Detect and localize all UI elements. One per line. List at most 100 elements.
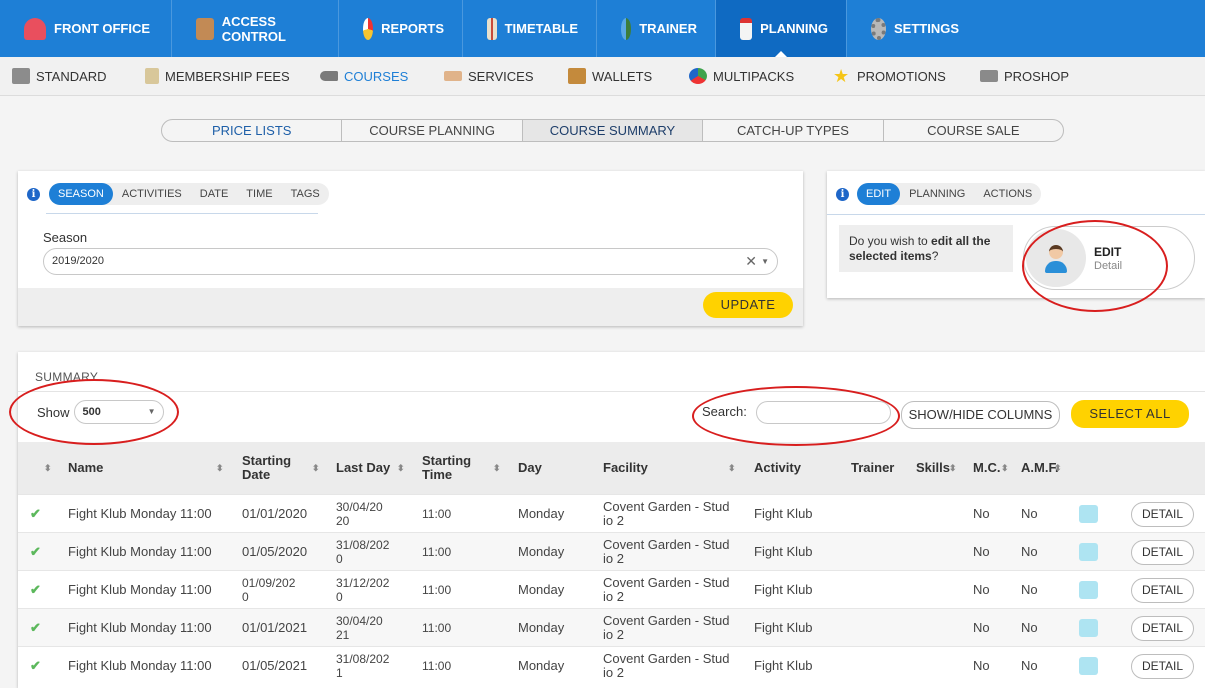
edit-question-end: ? [931,249,939,263]
sort-select-column[interactable]: ⬍ [44,442,52,494]
table-row[interactable]: ✔ Fight Klub Monday 11:00 01/05/2020 31/… [18,532,1205,570]
select-all-button[interactable]: SELECT ALL [1071,400,1189,428]
subnav-label: MEMBERSHIP FEES [165,68,290,84]
calendar-grid-icon [487,17,497,40]
nav-trainer[interactable]: TRAINER [597,0,716,57]
tab-catch-up-types[interactable]: CATCH-UP TYPES [703,120,884,141]
cell-day: Monday [518,620,565,635]
col-amf-label: A.M.F. [1021,460,1059,475]
filter-panel: i SEASON ACTIVITIES DATE TIME TAGS Seaso… [18,171,803,326]
tab-edit[interactable]: EDIT [857,183,901,205]
subnav-label: STANDARD [36,68,107,84]
col-last-day[interactable]: Last Day ⬍ [336,442,406,494]
col-activity-label: Activity [754,460,801,475]
cell-name: Fight Klub Monday 11:00 [68,544,212,559]
info-icon[interactable]: i [836,187,849,201]
subnav-standard[interactable]: STANDARD [0,68,107,84]
table-row[interactable]: ✔ Fight Klub Monday 11:00 01/05/2021 31/… [18,646,1205,684]
sub-navigation: STANDARD MEMBERSHIP FEES COURSES SERVICE… [0,57,1205,96]
col-facility[interactable]: Facility ⬍ [603,442,738,494]
document-icon [145,68,159,84]
cell-start-date: 01/05/2020 [242,544,308,559]
col-activity[interactable]: Activity [754,442,834,494]
cell-name: Fight Klub Monday 11:00 [68,506,212,521]
nav-timetable[interactable]: TIMETABLE [463,0,597,57]
tab-price-lists[interactable]: PRICE LISTS [162,120,343,141]
tab-course-sale[interactable]: COURSE SALE [884,120,1063,141]
show-hide-columns-button[interactable]: SHOW/HIDE COLUMNS [901,401,1060,429]
detail-button[interactable]: DETAIL [1131,501,1194,527]
detail-button[interactable]: DETAIL [1131,577,1194,603]
summary-panel: SUMMARY Show 500 ▼ Search: SHOW/HIDE COL… [18,352,1205,688]
check-icon[interactable]: ✔ [30,507,41,521]
subnav-label: MULTIPACKS [713,68,795,84]
nav-access-control[interactable]: ACCESS CONTROL [172,0,339,57]
subnav-wallets[interactable]: WALLETS [556,68,652,84]
col-name[interactable]: Name ⬍ [68,442,228,494]
subnav-courses[interactable]: COURSES [308,69,408,84]
cell-name: Fight Klub Monday 11:00 [68,582,212,597]
annotation-circle-edit [1022,220,1168,312]
multipack-icon [689,68,707,84]
season-select[interactable]: 2019/2020 ✕ ▼ [43,248,778,275]
sort-icon: ⬍ [1001,463,1009,473]
detail-button[interactable]: DETAIL [1131,615,1194,641]
tab-course-summary[interactable]: COURSE SUMMARY [522,120,704,141]
subnav-services[interactable]: SERVICES [432,69,534,84]
cell-amf: No [1021,658,1038,673]
cell-mc: No [973,582,990,597]
calendar-icon [740,17,753,40]
tab-date[interactable]: DATE [191,183,238,205]
nav-reports[interactable]: REPORTS [339,0,463,57]
col-amf[interactable]: A.M.F. ⬍ [1021,442,1071,494]
tab-course-planning[interactable]: COURSE PLANNING [342,120,523,141]
subnav-promotions[interactable]: ★ PROMOTIONS [821,67,946,85]
detail-button[interactable]: DETAIL [1131,539,1194,565]
col-skills[interactable]: Skills ⬍ [916,442,961,494]
col-mc-label: M.C. [973,460,1001,475]
col-start-date[interactable]: Starting Date ⬍ [242,442,322,494]
subnav-membership-fees[interactable]: MEMBERSHIP FEES [133,68,290,84]
nav-settings[interactable]: SETTINGS [847,0,977,57]
detail-button[interactable]: DETAIL [1131,653,1194,679]
check-icon[interactable]: ✔ [30,545,41,559]
check-icon[interactable]: ✔ [30,621,41,635]
annotation-circle-search [692,386,900,446]
check-icon[interactable]: ✔ [30,659,41,673]
clear-icon[interactable]: ✕ [745,249,757,274]
tab-tags[interactable]: TAGS [282,183,329,205]
tab-actions[interactable]: ACTIONS [974,183,1041,205]
check-icon[interactable]: ✔ [30,583,41,597]
cell-amf: No [1021,620,1038,635]
col-day[interactable]: Day [518,442,588,494]
col-start-time-label: Starting Time [422,453,472,482]
cell-day: Monday [518,658,565,673]
update-button[interactable]: UPDATE [703,292,793,318]
caret-down-icon[interactable]: ▼ [761,249,769,274]
table-row[interactable]: ✔ Fight Klub Monday 11:00 01/09/202 0 31… [18,570,1205,608]
tab-planning[interactable]: PLANNING [900,183,974,205]
access-person-icon [196,17,214,40]
subnav-label: WALLETS [592,68,653,84]
col-start-time[interactable]: Starting Time ⬍ [422,442,502,494]
tab-season[interactable]: SEASON [49,183,113,205]
table-row[interactable]: ✔ Fight Klub Monday 11:00 01/01/2020 30/… [18,494,1205,532]
wallet-icon [568,68,586,84]
col-mc[interactable]: M.C. ⬍ [973,442,1013,494]
subnav-label: PROSHOP [1004,68,1070,84]
cell-start-time: 11:00 [422,545,452,559]
info-icon[interactable]: i [27,187,40,201]
cell-start-time: 11:00 [422,621,452,635]
subnav-proshop[interactable]: PROSHOP [968,69,1069,84]
cell-facility: Covent Garden - Stud io 2 [603,537,730,566]
nav-planning[interactable]: PLANNING [716,0,847,57]
color-swatch [1079,581,1098,599]
table-row[interactable]: ✔ Fight Klub Monday 11:00 01/01/2021 30/… [18,608,1205,646]
col-trainer[interactable]: Trainer [851,442,911,494]
sort-icon: ⬍ [728,463,736,473]
tab-time[interactable]: TIME [237,183,281,205]
nav-front-office[interactable]: FRONT OFFICE [0,0,172,57]
subnav-multipacks[interactable]: MULTIPACKS [677,68,794,84]
nav-label: TRAINER [639,21,697,36]
tab-activities[interactable]: ACTIVITIES [113,183,191,205]
